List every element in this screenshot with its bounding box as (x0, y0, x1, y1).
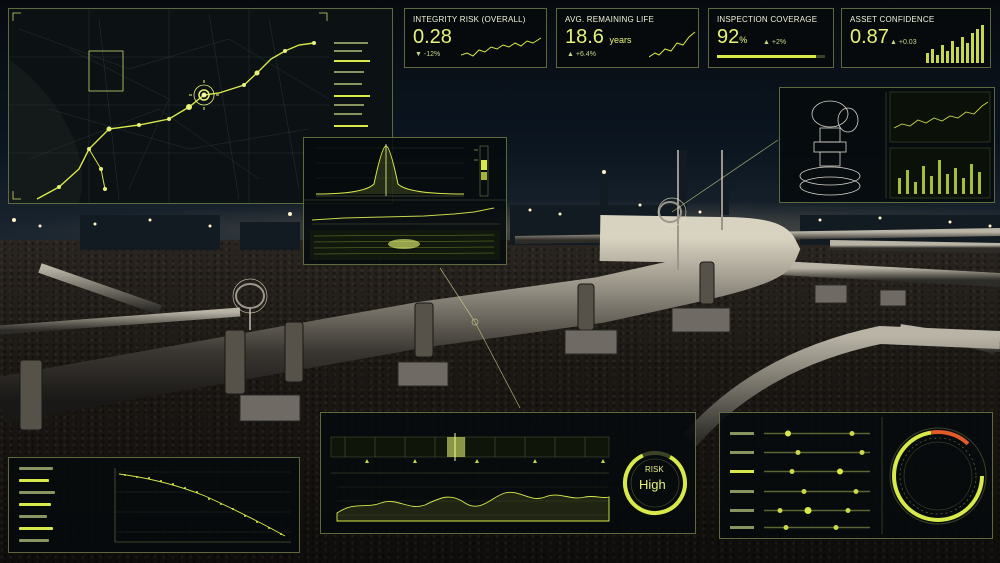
signal-waveform (336, 491, 610, 522)
kpi-card-remaining-life[interactable]: AVG. REMAINING LIFE 18.6 years ▲ +6.4% (556, 8, 699, 68)
kpi-title: AVG. REMAINING LIFE (565, 15, 654, 24)
risk-label: RISK (645, 465, 664, 474)
kpi-delta: ▲ +6.4% (567, 51, 596, 58)
kpi-unit: % (739, 35, 748, 45)
kpi-value: 0.87 (850, 26, 889, 48)
level-meter[interactable] (474, 145, 489, 197)
kpi-card-asset-confidence[interactable]: ASSET CONFIDENCE 0.87 ▲ +0.03 (841, 8, 991, 68)
signal-analysis-panel[interactable]: RISK High (320, 412, 696, 534)
kpi-delta: ▲ +2% (763, 39, 787, 46)
kpi-title: INTEGRITY RISK (OVERALL) (413, 15, 526, 24)
trend-line (311, 207, 495, 221)
kpi-value: 92% (717, 26, 748, 48)
signal-distribution-panel[interactable] (303, 137, 507, 265)
kpi-delta: ▼ -12% (415, 51, 441, 58)
coverage-progress-track (717, 55, 825, 58)
kpi-unit: years (609, 35, 632, 45)
kpi-sparkline (649, 31, 696, 58)
device-detail-panel[interactable] (779, 87, 995, 203)
bell-curve (315, 145, 465, 195)
kpi-card-inspection-coverage[interactable]: INSPECTION COVERAGE 92% ▲ +2% (708, 8, 834, 68)
kpi-delta: ▲ +0.03 (890, 39, 917, 46)
transmitter-device-icon[interactable] (799, 100, 861, 196)
sensor-rows[interactable] (730, 430, 870, 531)
sensor-sliders[interactable] (720, 413, 992, 538)
degradation-panel[interactable] (8, 457, 300, 553)
kpi-card-integrity-risk[interactable]: INTEGRITY RISK (OVERALL) 0.28 ▼ -12% (404, 8, 547, 68)
signal-charts (330, 433, 610, 522)
degradation-legend[interactable] (19, 467, 59, 551)
coverage-progress-fill (717, 55, 817, 58)
kpi-value: 18.6 years (565, 26, 632, 48)
kpi-value: 0.28 (413, 26, 452, 48)
distribution-charts (304, 144, 506, 260)
kpi-title: INSPECTION COVERAGE (717, 15, 818, 24)
event-markers (365, 459, 605, 463)
sensor-status-panel[interactable] (719, 412, 993, 539)
kpi-sparkline (461, 37, 542, 57)
radial-health-ring[interactable] (889, 427, 987, 525)
degradation-scatter-plot (114, 468, 291, 543)
device-views (799, 91, 991, 199)
risk-value: High (639, 477, 666, 492)
kpi-bar-sparkline (926, 25, 984, 63)
spectrogram-strip (330, 436, 610, 458)
risk-gauge[interactable]: RISK High (619, 447, 691, 519)
